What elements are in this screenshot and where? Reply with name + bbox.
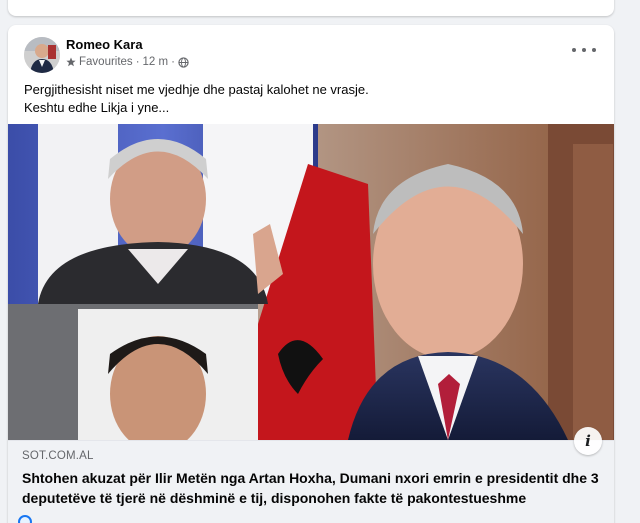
meta-separator: ·: [171, 56, 175, 68]
post-meta: Favourites · 12 m ·: [66, 56, 189, 68]
news-photo-collage: [8, 124, 614, 440]
dot: [582, 48, 586, 52]
feed-post: Romeo Kara Favourites · 12 m · Pergjithe…: [8, 25, 614, 523]
link-domain: SOT.COM.AL: [22, 450, 94, 462]
post-header: Romeo Kara Favourites · 12 m ·: [24, 37, 602, 77]
dot: [592, 48, 596, 52]
star-icon: [66, 57, 76, 67]
previous-post-card: [8, 0, 614, 16]
meta-separator: ·: [135, 56, 140, 68]
info-icon[interactable]: i: [574, 427, 602, 455]
more-options-icon[interactable]: [572, 43, 596, 57]
post-text-line: Keshtu edhe Likja i yne...: [24, 100, 170, 115]
globe-icon[interactable]: [178, 56, 189, 68]
post-timestamp[interactable]: 12 m: [143, 56, 169, 68]
author-name[interactable]: Romeo Kara: [66, 37, 143, 52]
author-avatar[interactable]: [24, 37, 60, 73]
post-text-line: Pergjithesisht niset me vjedhje dhe past…: [24, 82, 369, 97]
avatar-image: [24, 37, 60, 73]
audience-label[interactable]: Favourites: [79, 56, 133, 68]
post-text: Pergjithesisht niset me vjedhje dhe past…: [24, 81, 598, 117]
next-item-icon: [18, 515, 32, 523]
link-headline[interactable]: Shtohen akuzat për Ilir Metën nga Artan …: [22, 468, 600, 508]
link-preview[interactable]: SOT.COM.AL Shtohen akuzat për Ilir Metën…: [8, 440, 614, 523]
dot: [572, 48, 576, 52]
link-preview-image[interactable]: [8, 124, 614, 440]
